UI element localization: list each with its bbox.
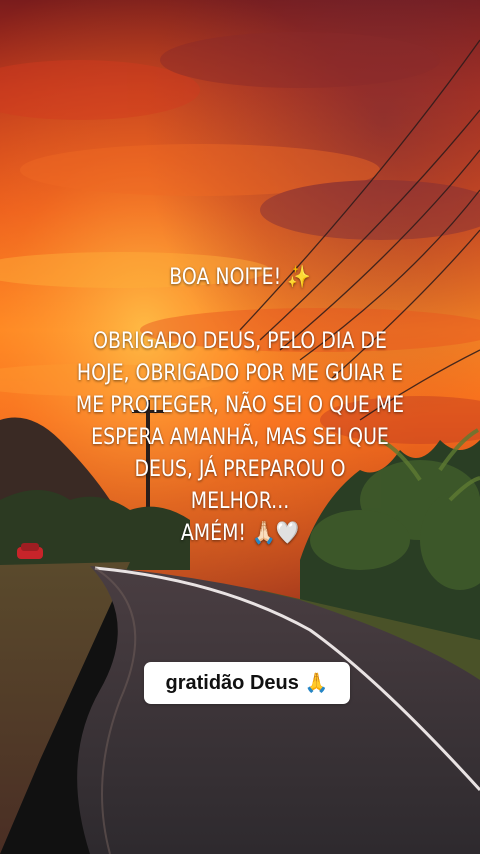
caption-line: HOJE, OBRIGADO POR ME GUIAR E [76, 361, 404, 386]
caption-title: BOA NOITE! ✨ [169, 265, 311, 290]
caption-line: DEUS, JÁ PREPAROU O [134, 457, 346, 482]
caption-line: ESPERA AMANHÃ, MAS SEI QUE [91, 425, 389, 450]
sticker-text: gratidão Deus [165, 671, 299, 694]
gratitude-sticker[interactable]: gratidão Deus 🙏 [144, 662, 350, 704]
caption-line: MELHOR... [190, 489, 290, 514]
caption-line: ME PROTEGER, NÃO SEI O QUE ME [75, 393, 405, 418]
caption-overlay: BOA NOITE! ✨ OBRIGADO DEUS, PELO DIA DE … [68, 262, 412, 550]
caption-line: OBRIGADO DEUS, PELO DIA DE [93, 329, 387, 354]
photo-scene: BOA NOITE! ✨ OBRIGADO DEUS, PELO DIA DE … [0, 0, 480, 854]
praying-hands-icon: 🙏 [304, 673, 329, 694]
caption-line: AMÉM! 🙏🏻🤍 [180, 521, 300, 546]
